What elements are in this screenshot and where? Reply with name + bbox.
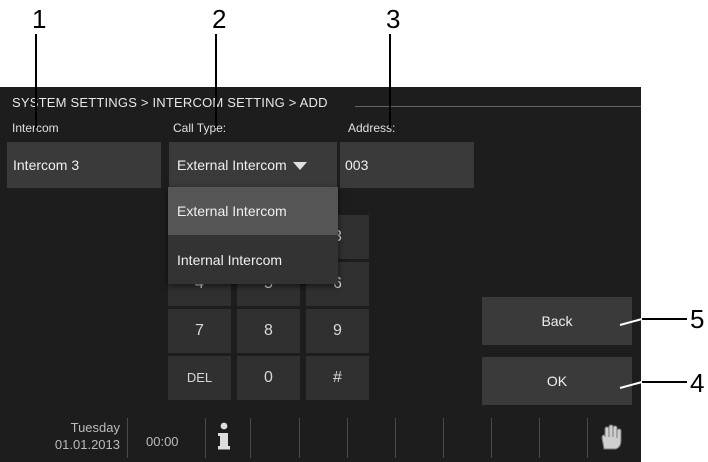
callout-leader-lines — [35, 34, 687, 389]
